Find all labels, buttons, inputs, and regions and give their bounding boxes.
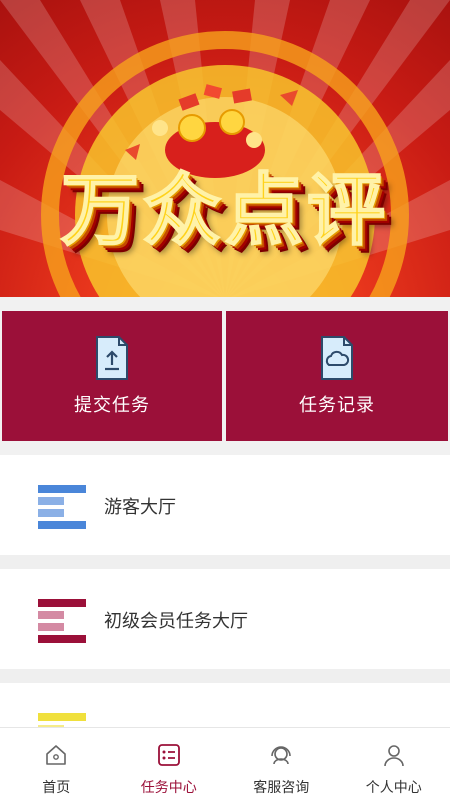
banner-title: 万众点评 [60,165,389,257]
hero-banner: 万众点评 [0,0,450,297]
list-item-label: 初级会员任务大厅 [104,611,248,632]
nav-personal-center[interactable]: 个人中心 [338,728,450,800]
headset-icon [271,746,292,765]
list-lines-icon [38,482,86,530]
cloud-document-icon [321,336,353,380]
submit-task-label: 提交任务 [74,395,150,416]
task-records-label: 任务记录 [299,395,375,416]
task-records-button[interactable]: 任务记录 [226,311,448,441]
home-icon [46,745,67,765]
nav-customer-service[interactable]: 客服咨询 [225,728,338,800]
action-tiles: 提交任务 任务记录 [0,297,450,455]
nav-task-center[interactable]: 任务中心 [113,728,226,800]
nav-home[interactable]: 首页 [0,728,113,800]
nav-customer-service-label: 客服咨询 [253,780,310,796]
nav-personal-center-label: 个人中心 [365,780,422,796]
nav-task-center-label: 任务中心 [140,780,197,796]
list-item-label: 游客大厅 [104,497,176,518]
list-item-guest-hall[interactable]: 游客大厅 [0,455,450,555]
bottom-nav: 首页 任务中心 客服咨询 个人中心 [0,727,450,800]
upload-document-icon [96,336,128,380]
list-item-junior-member-hall[interactable]: 初级会员任务大厅 [0,569,450,669]
submit-task-button[interactable]: 提交任务 [2,311,222,441]
list-lines-icon [38,596,86,644]
task-list-icon [157,744,180,766]
nav-home-label: 首页 [42,780,71,796]
user-icon [383,745,404,767]
